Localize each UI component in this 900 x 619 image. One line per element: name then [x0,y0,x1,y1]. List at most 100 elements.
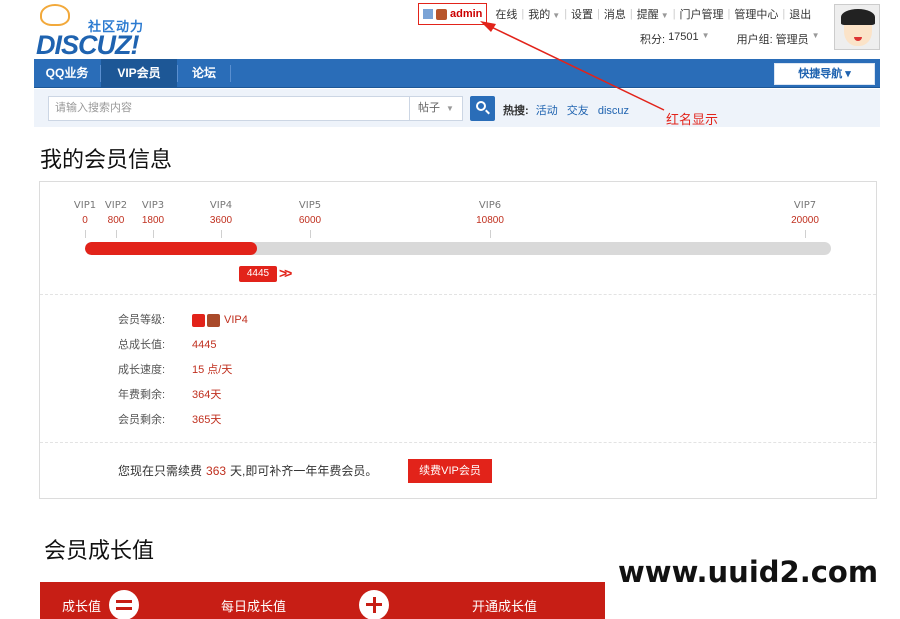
nav-logout[interactable]: 退出 [785,6,815,22]
hot-search: 热搜: 活动 交友 discuz [503,102,635,118]
user-icon [423,9,433,19]
nav-mine-label: 我的 [528,9,551,21]
growth-progress-bar [85,242,831,255]
avatar[interactable] [834,4,880,50]
renew-vip-button[interactable]: 续费VIP会员 [408,459,492,483]
credits-label: 积分: [640,34,666,46]
search-button[interactable] [470,96,495,121]
growth-item-total: 成长值 [62,599,102,614]
nav-portal-admin[interactable]: 门户管理 [676,6,728,22]
info-label: 年费剩余: [118,389,166,401]
info-label: 成长速度: [118,364,166,376]
level-tick [805,230,806,238]
search-type-select[interactable]: 帖子 ▼ [409,96,463,121]
vip-avatar-icon [207,313,220,327]
chevron-down-icon: ▼ [552,11,561,20]
divider [40,294,876,295]
level-name: VIP4 [209,200,233,211]
info-row-total: 总成长值: 4445 [118,336,216,354]
chevron-down-icon: ▼ [811,31,820,40]
header: 社区动力 DISCUZ! admin 在线 | 我的 ▼ | 设置 | 消息 | … [0,0,900,60]
nav-tab-vip[interactable]: VIP会员 [101,59,177,88]
nav-reminders[interactable]: 提醒 ▼ [633,6,673,22]
avatar-hair [841,9,875,25]
level-name: VIP2 [104,200,128,211]
cloud-icon [40,4,70,26]
level-threshold: 10800 [476,215,504,226]
level-name: VIP7 [793,200,817,211]
user-credits: 积分: 17501 ▼ 用户组: 管理员 ▼ [640,31,823,47]
user-link[interactable]: admin [418,3,488,25]
nav-tab-qq[interactable]: QQ业务 [34,59,100,88]
info-label: 会员剩余: [118,414,166,426]
growth-item-daily: 每日成长值 [221,599,287,614]
info-value: 15 点/天 [192,364,233,376]
level-name: VIP3 [141,200,165,211]
level-threshold: 3600 [209,215,233,226]
info-label: 会员等级: [118,314,166,326]
credits-value[interactable]: 17501 [668,31,699,47]
info-value: 364天 [192,389,222,401]
level-tick [490,230,491,238]
nav-online[interactable]: 在线 [491,6,521,22]
quick-nav-button[interactable]: 快捷导航 ▾ [774,63,875,85]
info-row-level: 会员等级: VIP4 [118,311,248,329]
nav-reminders-label: 提醒 [636,9,659,21]
level-name: VIP6 [478,200,502,211]
search-input[interactable]: 请输入搜索内容 [48,96,410,121]
group-label: 用户组: [736,34,773,46]
growth-item-open: 开通成长值 [472,599,538,614]
growth-progress-fill [85,242,257,255]
nav-divider [230,65,231,82]
nav-admin-center[interactable]: 管理中心 [730,6,782,22]
info-label: 总成长值: [118,339,166,351]
growth-title: 会员成长值 [44,538,155,563]
top-nav: admin 在线 | 我的 ▼ | 设置 | 消息 | 提醒 ▼ | 门户管理 | … [418,3,815,25]
info-value: VIP4 [224,314,248,326]
nav-messages[interactable]: 消息 [600,6,630,22]
divider [40,442,876,443]
chevron-right-icon: >> [279,265,292,281]
chevron-down-icon: ▼ [660,11,669,20]
group-value[interactable]: 管理员 [776,31,809,47]
nav-mine[interactable]: 我的 ▼ [524,6,564,22]
hot-keyword[interactable]: discuz [598,105,629,117]
hot-keyword[interactable]: 活动 [536,105,558,117]
main-nav: QQ业务 VIP会员 论坛 [34,59,880,88]
level-threshold: 1800 [141,215,165,226]
equals-icon [109,590,139,619]
nav-tab-forum[interactable]: 论坛 [178,59,230,88]
level-name: VIP5 [298,200,322,211]
level-name: VIP1 [73,200,97,211]
renew-prefix: 您现在只需续费 [118,464,203,478]
level-tick [310,230,311,238]
hot-keyword[interactable]: 交友 [567,105,589,117]
chevron-down-icon: ▼ [701,31,710,40]
username[interactable]: admin [450,8,482,20]
hot-label: 热搜: [503,105,529,117]
plus-bar [373,597,376,613]
discuz-logo[interactable]: 社区动力 DISCUZ! [36,4,166,60]
watermark: www.uuid2.com [618,555,879,589]
level-tick [85,230,86,238]
current-growth-marker: 4445 [239,266,277,282]
chevron-down-icon: ▼ [446,104,454,113]
equals-bar [116,607,132,610]
member-info-title: 我的会员信息 [40,147,173,172]
renew-suffix: 天,即可补齐一年年费会员。 [230,464,378,478]
vip-badge-icon [192,313,205,327]
level-tick [153,230,154,238]
renew-message: 您现在只需续费 363 天,即可补齐一年年费会员。 [118,462,377,479]
search-type-value: 帖子 [418,102,440,114]
annotation-label: 红名显示 [666,112,719,127]
level-threshold: 6000 [298,215,322,226]
info-row-year: 年费剩余: 364天 [118,386,221,404]
quick-nav-label: 快捷导航 [798,68,843,80]
level-threshold: 20000 [791,215,819,226]
info-row-member: 会员剩余: 365天 [118,411,221,429]
search-icon-handle [485,109,490,115]
info-value: 4445 [192,339,217,351]
nav-settings[interactable]: 设置 [567,6,597,22]
vip-icon [436,8,447,20]
plus-icon [359,590,389,619]
